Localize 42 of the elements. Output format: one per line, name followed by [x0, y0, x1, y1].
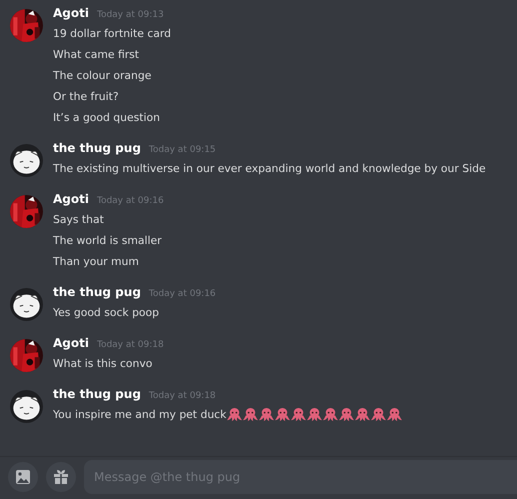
username[interactable]: Agoti — [53, 6, 89, 20]
pug-avatar — [10, 390, 43, 423]
octopus-icon — [323, 407, 338, 422]
timestamp: Today at 09:15 — [148, 145, 216, 155]
octopus-icon — [259, 407, 274, 422]
octopus-icon — [371, 407, 386, 422]
octopus-icon — [355, 407, 370, 422]
timestamp: Today at 09:16 — [148, 289, 216, 299]
pug-avatar — [10, 288, 43, 321]
message-text: 19 dollar fortnite card — [53, 26, 172, 42]
username[interactable]: Agoti — [53, 192, 89, 206]
image-icon — [15, 469, 31, 485]
gift-button[interactable] — [46, 462, 76, 492]
octopus-icon — [275, 407, 290, 422]
pug-avatar — [10, 144, 43, 177]
message-text: The colour orange — [53, 68, 152, 84]
octopus-icon — [339, 407, 354, 422]
message-text: It’s a good question — [53, 110, 160, 126]
timestamp: Today at 09:18 — [148, 391, 216, 401]
message-text: The world is smaller — [53, 233, 162, 249]
message-text: Says that — [53, 212, 104, 228]
message-text: The existing multiverse in our ever expanding world and knowledge by our Side — [53, 161, 486, 177]
message-text: What came first — [53, 47, 140, 63]
octopus-icon — [243, 407, 258, 422]
timestamp: Today at 09:18 — [96, 340, 164, 350]
message-text: Than your mum — [53, 254, 139, 270]
username[interactable]: the thug pug — [53, 285, 141, 299]
octopus-icon — [291, 407, 306, 422]
username[interactable]: the thug pug — [53, 387, 141, 401]
message-text: Or the fruit? — [53, 89, 119, 105]
image-upload-button[interactable] — [8, 462, 38, 492]
message-text: You inspire me and my pet duck — [53, 407, 226, 423]
gift-icon — [53, 469, 69, 485]
message-text: Yes good sock poop — [53, 305, 159, 321]
message-text: What is this convo — [53, 356, 152, 372]
octopus-icon — [387, 407, 402, 422]
octopus-icon — [307, 407, 322, 422]
timestamp: Today at 09:13 — [96, 10, 164, 20]
username[interactable]: Agoti — [53, 336, 89, 350]
username[interactable]: the thug pug — [53, 141, 141, 155]
octopus-icon — [227, 407, 242, 422]
timestamp: Today at 09:16 — [96, 196, 164, 206]
